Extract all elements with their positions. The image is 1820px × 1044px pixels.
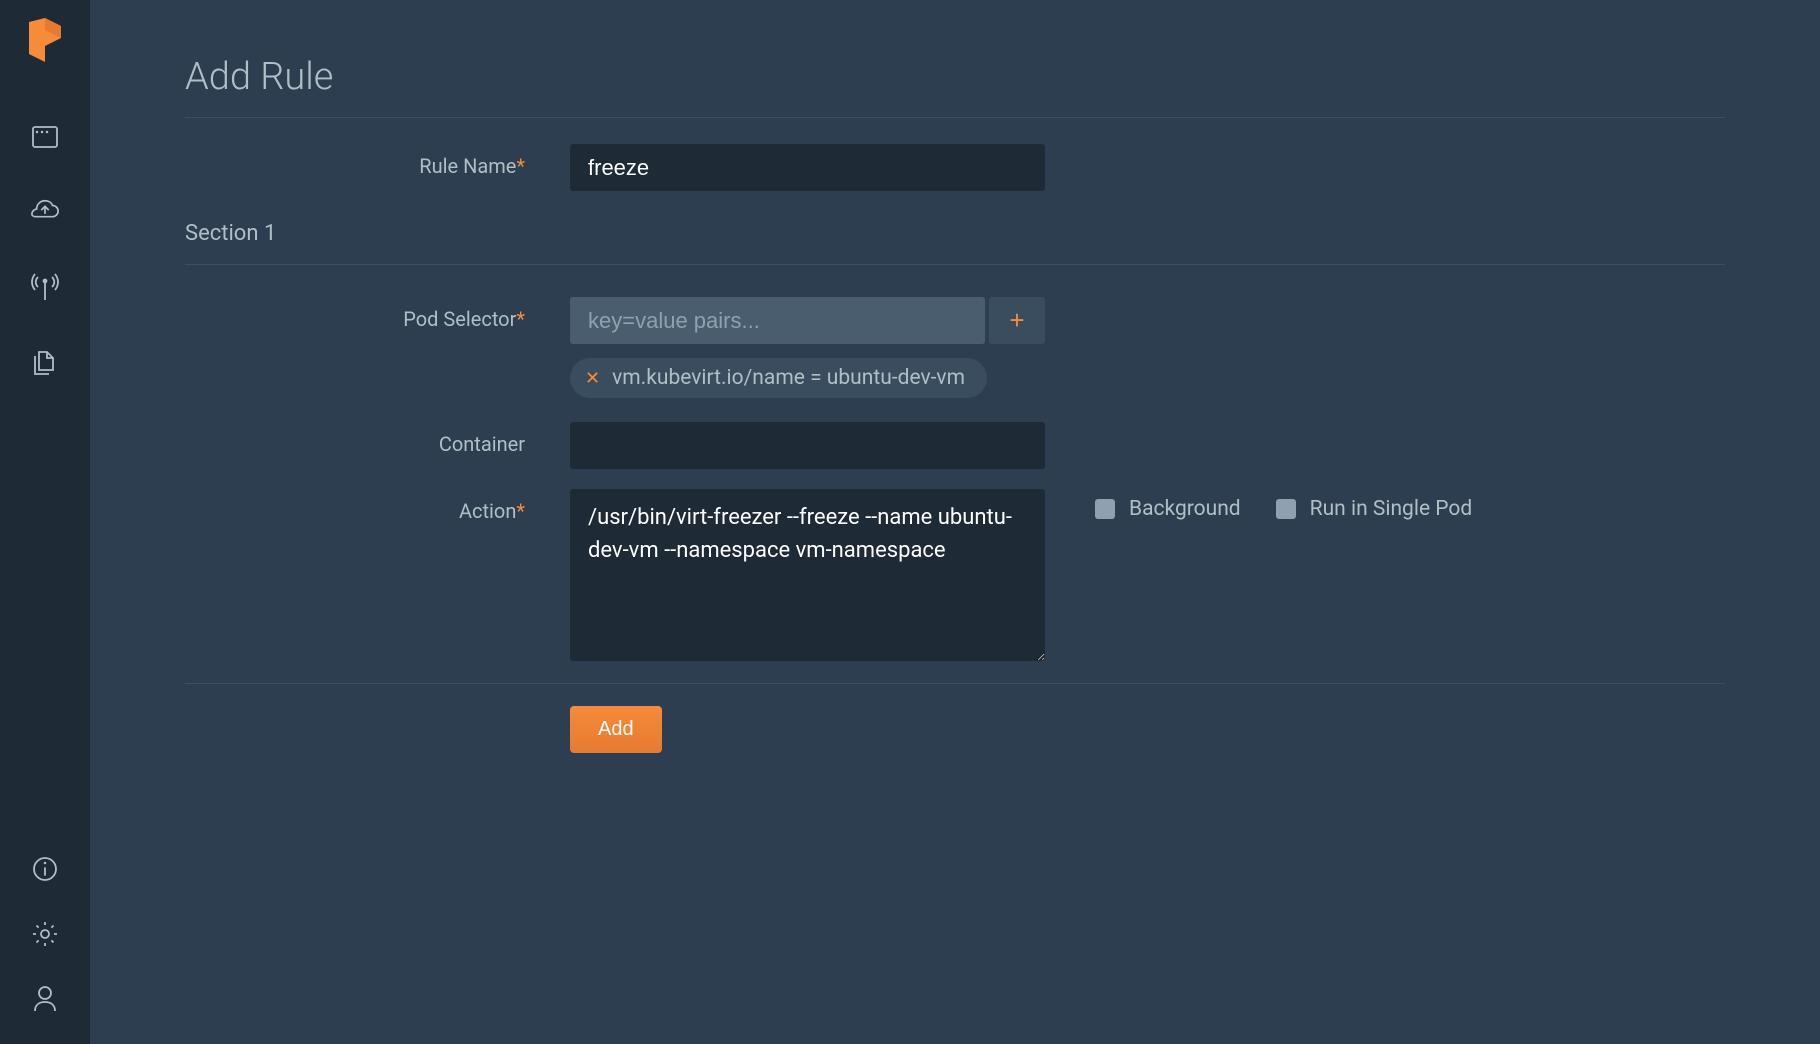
action-label: Action* bbox=[185, 489, 570, 523]
rule-name-label: Rule Name* bbox=[185, 144, 570, 178]
bottom-divider bbox=[185, 683, 1725, 684]
pod-selector-row: Pod Selector* + bbox=[185, 297, 1725, 344]
action-row: Action* /usr/bin/virt-freezer --freeze -… bbox=[185, 489, 1725, 661]
required-asterisk: * bbox=[516, 307, 525, 331]
checkbox-group: Background Run in Single Pod bbox=[1095, 489, 1472, 521]
app-logo[interactable] bbox=[25, 18, 65, 62]
run-single-pod-checkbox[interactable] bbox=[1276, 499, 1296, 519]
add-button[interactable]: Add bbox=[570, 706, 662, 753]
selector-input-group: + bbox=[570, 297, 1045, 344]
section-1-title: Section 1 bbox=[185, 221, 1725, 246]
container-row: Container bbox=[185, 422, 1725, 469]
pod-selector-label: Pod Selector* bbox=[185, 297, 570, 331]
sidebar-top-nav bbox=[30, 122, 60, 377]
run-single-pod-label: Run in Single Pod bbox=[1310, 497, 1473, 521]
add-selector-button[interactable]: + bbox=[989, 297, 1045, 344]
background-label: Background bbox=[1129, 497, 1241, 521]
pod-selector-input[interactable] bbox=[570, 297, 985, 344]
gear-icon[interactable] bbox=[30, 919, 60, 949]
plus-icon: + bbox=[1009, 305, 1024, 336]
container-input[interactable] bbox=[570, 422, 1045, 469]
info-icon[interactable] bbox=[30, 854, 60, 884]
main-content: Add Rule Rule Name* Section 1 Pod Select… bbox=[90, 0, 1820, 1044]
rule-name-row: Rule Name* bbox=[185, 144, 1725, 191]
background-checkbox-item: Background bbox=[1095, 497, 1241, 521]
chip-close-icon[interactable]: ✕ bbox=[585, 368, 600, 389]
rule-name-input[interactable] bbox=[570, 144, 1045, 191]
chip-container: ✕ vm.kubevirt.io/name = ubuntu-dev-vm bbox=[570, 358, 1725, 398]
required-asterisk: * bbox=[516, 499, 525, 523]
action-textarea[interactable]: /usr/bin/virt-freezer --freeze --name ub… bbox=[570, 489, 1045, 661]
antenna-icon[interactable] bbox=[30, 272, 60, 302]
container-label: Container bbox=[185, 422, 570, 456]
cloud-upload-icon[interactable] bbox=[30, 197, 60, 227]
user-icon[interactable] bbox=[30, 984, 60, 1014]
submit-row: Add bbox=[570, 706, 1725, 753]
sidebar-bottom-nav bbox=[30, 854, 60, 1044]
required-asterisk: * bbox=[516, 154, 525, 178]
page-title: Add Rule bbox=[185, 55, 1725, 99]
rule-name-label-text: Rule Name bbox=[419, 154, 516, 178]
section-divider bbox=[185, 264, 1725, 265]
run-single-pod-checkbox-item: Run in Single Pod bbox=[1276, 497, 1473, 521]
dashboard-icon[interactable] bbox=[30, 122, 60, 152]
selector-chip: ✕ vm.kubevirt.io/name = ubuntu-dev-vm bbox=[570, 358, 987, 398]
chip-text: vm.kubevirt.io/name = ubuntu-dev-vm bbox=[612, 366, 965, 390]
background-checkbox[interactable] bbox=[1095, 499, 1115, 519]
title-divider bbox=[185, 117, 1725, 118]
pod-selector-label-text: Pod Selector bbox=[403, 307, 516, 331]
action-label-text: Action bbox=[459, 499, 516, 523]
sidebar bbox=[0, 0, 90, 1044]
documents-icon[interactable] bbox=[30, 347, 60, 377]
